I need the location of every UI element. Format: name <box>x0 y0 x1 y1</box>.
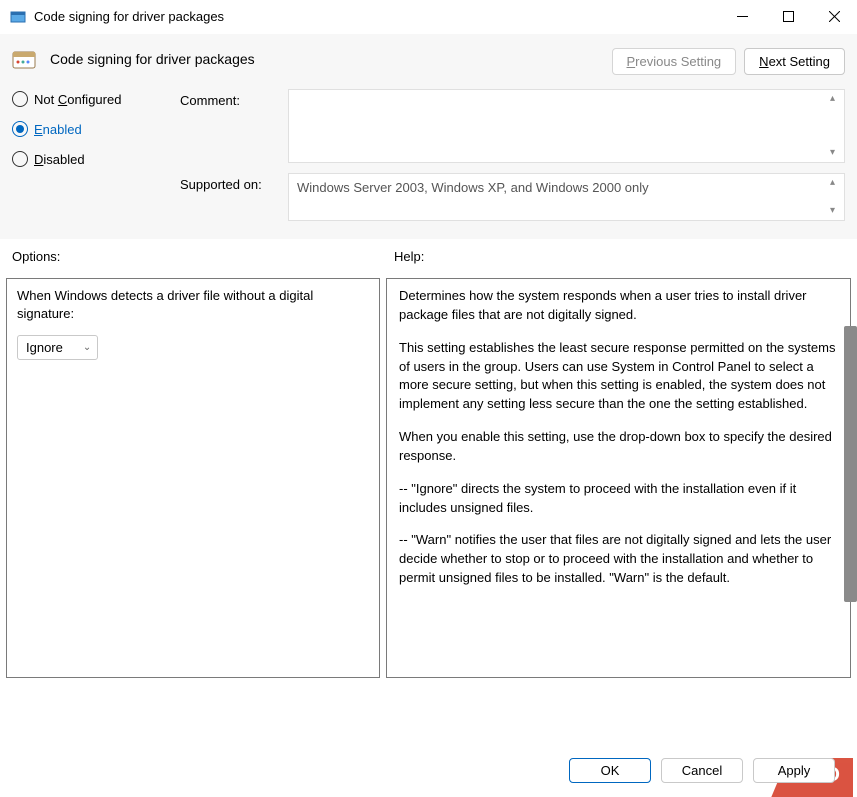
maximize-button[interactable] <box>765 1 811 33</box>
scroll-up-icon[interactable]: ▴ <box>830 94 840 104</box>
window-title: Code signing for driver packages <box>34 9 719 24</box>
scroll-up-icon[interactable]: ▴ <box>830 178 840 188</box>
signature-action-dropdown[interactable]: Ignore ⌄ <box>17 335 98 360</box>
ok-button[interactable]: OK <box>569 758 651 783</box>
next-setting-button[interactable]: Next Setting <box>744 48 845 75</box>
content-panels: When Windows detects a driver file witho… <box>0 278 857 678</box>
app-icon <box>10 9 26 25</box>
dialog-footer: OK Cancel Apply <box>569 758 835 783</box>
comment-label: Comment: <box>180 89 288 108</box>
apply-button[interactable]: Apply <box>753 758 835 783</box>
dropdown-value: Ignore <box>26 340 63 355</box>
help-text: This setting establishes the least secur… <box>399 339 838 414</box>
close-button[interactable] <box>811 1 857 33</box>
window-controls <box>719 1 857 33</box>
section-labels: Options: Help: <box>0 239 857 278</box>
scrollbar-thumb[interactable] <box>844 326 857 602</box>
radio-not-configured[interactable]: Not Configured <box>12 91 180 107</box>
comment-input[interactable]: ▴ ▾ <box>288 89 845 163</box>
config-area: Not Configured Enabled Disabled Comment:… <box>0 79 857 239</box>
titlebar: Code signing for driver packages <box>0 0 857 34</box>
radio-enabled[interactable]: Enabled <box>12 121 180 137</box>
minimize-button[interactable] <box>719 1 765 33</box>
chevron-down-icon: ⌄ <box>83 342 91 353</box>
supported-on-label: Supported on: <box>180 173 288 192</box>
policy-title: Code signing for driver packages <box>50 51 255 67</box>
scroll-down-icon[interactable]: ▾ <box>830 206 840 216</box>
help-text: -- "Ignore" directs the system to procee… <box>399 480 838 518</box>
help-text: When you enable this setting, use the dr… <box>399 428 838 466</box>
scroll-down-icon[interactable]: ▾ <box>830 148 840 158</box>
help-text: -- "Warn" notifies the user that files a… <box>399 531 838 588</box>
state-radio-group: Not Configured Enabled Disabled <box>12 91 180 167</box>
previous-setting-button[interactable]: Previous Setting <box>612 48 737 75</box>
options-panel: When Windows detects a driver file witho… <box>6 278 380 678</box>
cancel-button[interactable]: Cancel <box>661 758 743 783</box>
policy-header: Code signing for driver packages Previou… <box>0 34 857 79</box>
supported-on-text: Windows Server 2003, Windows XP, and Win… <box>288 173 845 221</box>
help-section-label: Help: <box>394 249 845 264</box>
help-text: Determines how the system responds when … <box>399 287 838 325</box>
options-prompt: When Windows detects a driver file witho… <box>17 287 369 323</box>
radio-disabled[interactable]: Disabled <box>12 151 180 167</box>
help-panel: Determines how the system responds when … <box>386 278 851 678</box>
policy-icon <box>12 48 40 70</box>
options-section-label: Options: <box>12 249 394 264</box>
